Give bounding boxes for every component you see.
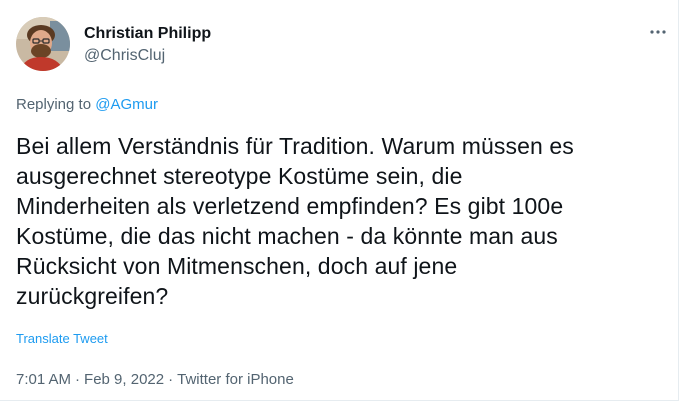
avatar-photo — [16, 17, 70, 71]
replying-to-prefix: Replying to — [16, 96, 96, 113]
user-handle[interactable]: @ChrisCluj — [84, 46, 211, 66]
translate-tweet-link[interactable]: Translate Tweet — [16, 331, 108, 347]
more-horizontal-icon — [650, 30, 666, 34]
reply-mention-link[interactable]: @AGmur — [95, 96, 158, 113]
avatar[interactable] — [16, 17, 70, 71]
tweet-source[interactable]: Twitter for iPhone — [177, 371, 294, 388]
tweet-date[interactable]: Feb 9, 2022 — [84, 371, 164, 388]
tweet-meta: 7:01 AM · Feb 9, 2022 · Twitter for iPhone — [16, 370, 294, 390]
more-options-button[interactable] — [648, 22, 668, 42]
tweet-text: Bei allem Verständnis für Tradition. War… — [16, 133, 574, 309]
display-name[interactable]: Christian Philipp — [84, 24, 211, 44]
tweet-card: Christian Philipp @ChrisCluj Replying to… — [0, 0, 679, 401]
author-block[interactable]: Christian Philipp @ChrisCluj — [84, 24, 211, 66]
meta-separator: · — [168, 371, 174, 388]
meta-separator: · — [75, 371, 81, 388]
replying-to: Replying to @AGmur — [16, 95, 158, 115]
tweet-time[interactable]: 7:01 AM — [16, 371, 71, 388]
